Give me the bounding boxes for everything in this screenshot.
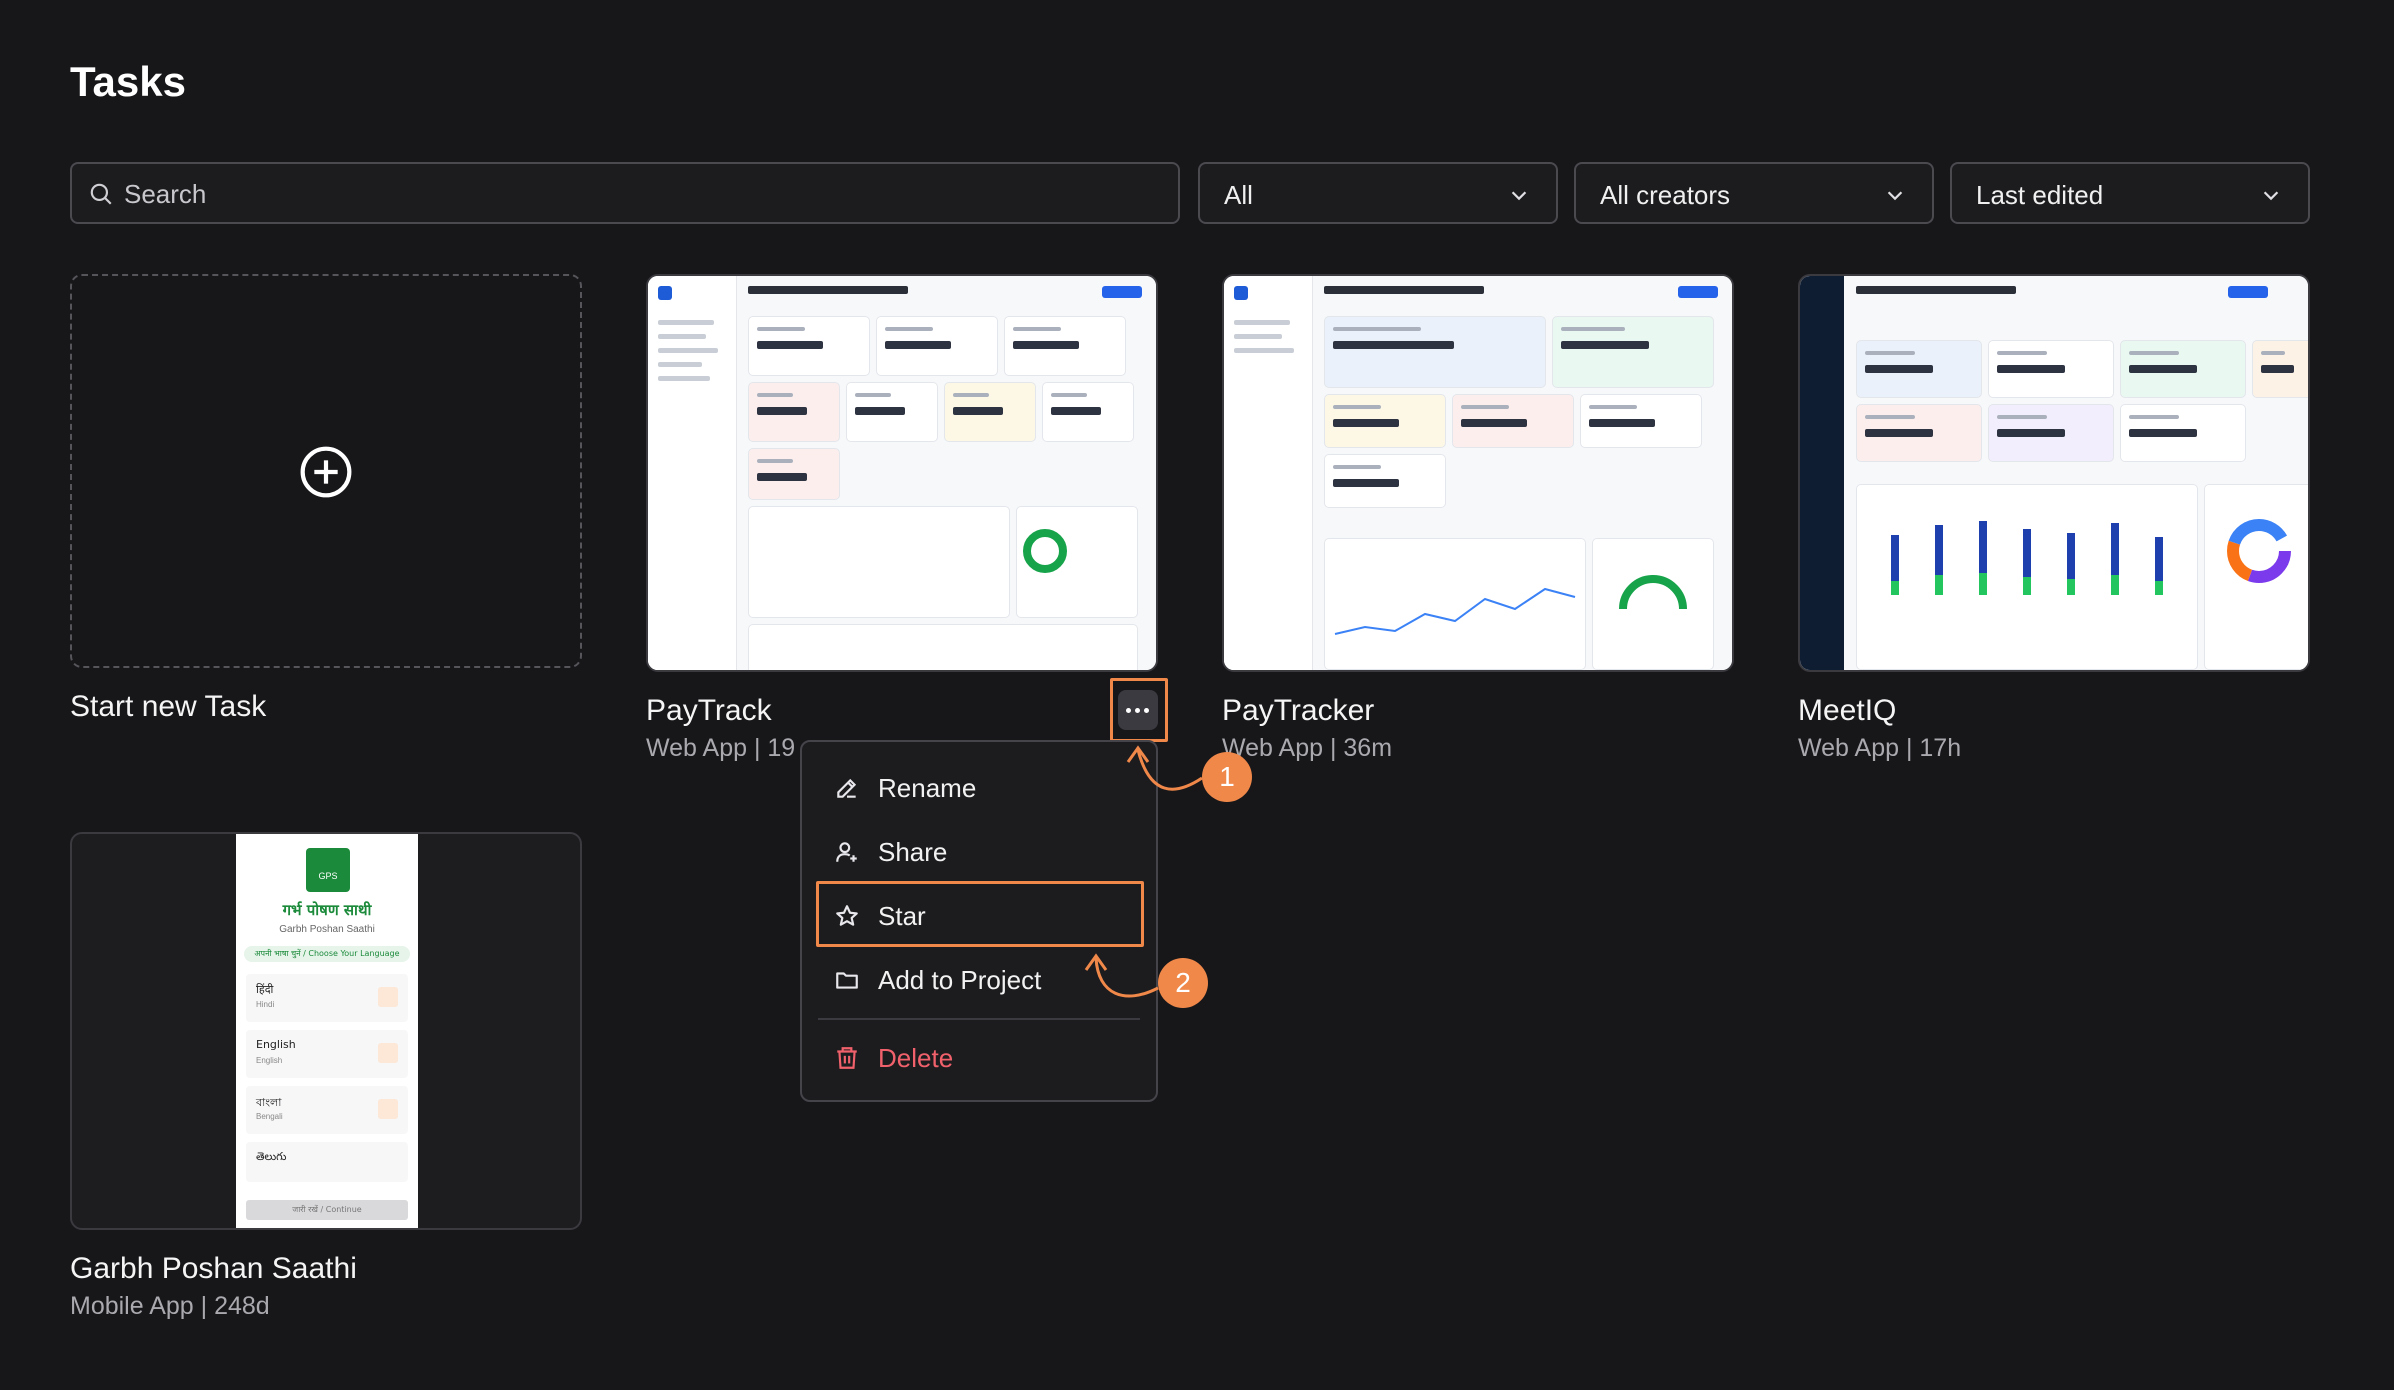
step-badge-1: 1 xyxy=(1202,752,1252,802)
step-badge-2: 2 xyxy=(1158,958,1208,1008)
annotation-arrows xyxy=(1084,745,1203,998)
